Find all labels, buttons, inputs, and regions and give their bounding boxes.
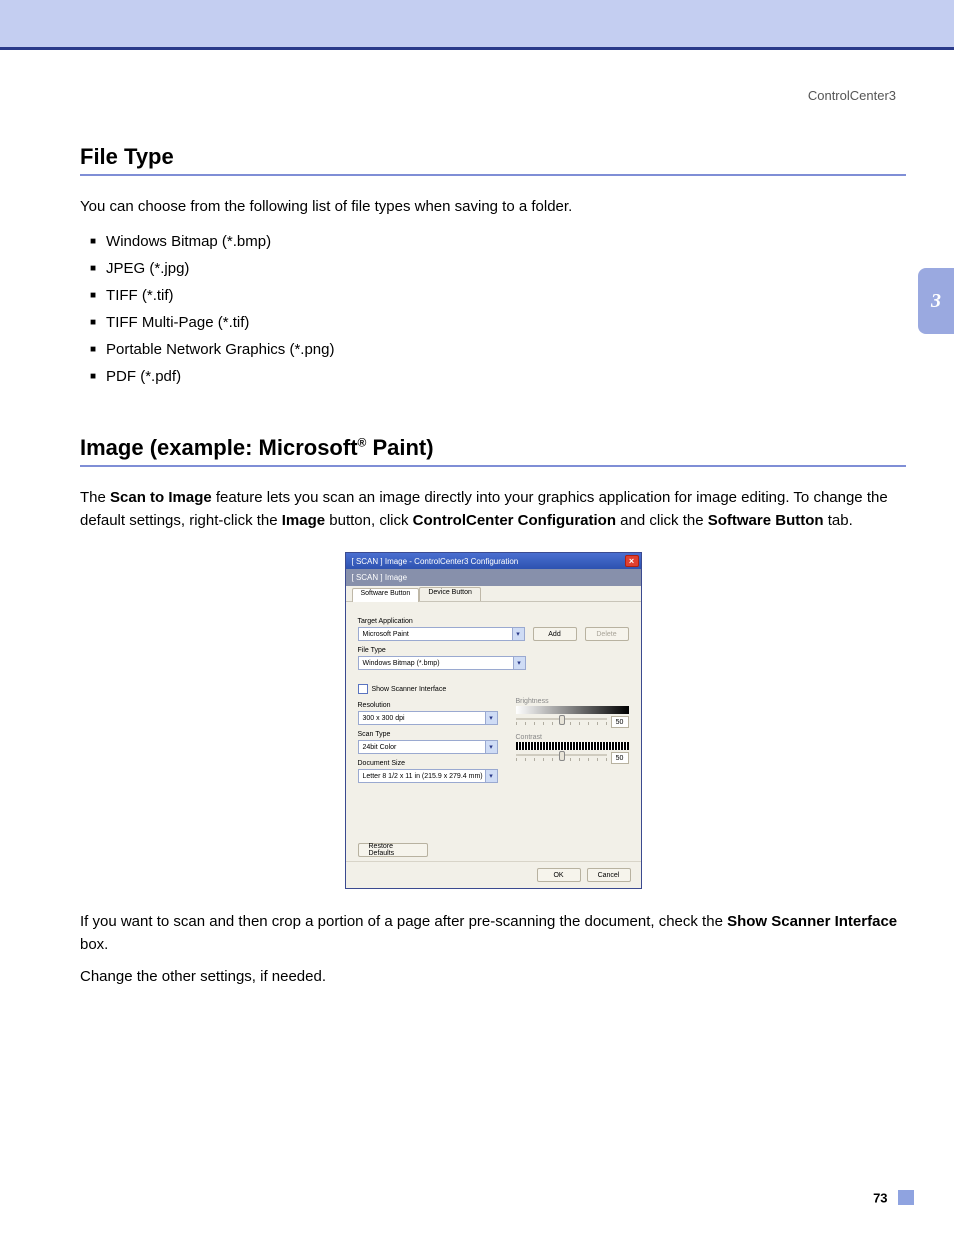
section-rule xyxy=(80,174,906,176)
list-item: TIFF Multi-Page (*.tif) xyxy=(90,314,906,331)
paragraph-1: The Scan to Image feature lets you scan … xyxy=(80,487,906,532)
slider-thumb[interactable] xyxy=(559,751,565,761)
list-item: JPEG (*.jpg) xyxy=(90,260,906,277)
dialog-title: [ SCAN ] Image - ControlCenter3 Configur… xyxy=(352,557,625,566)
filetype-list: Windows Bitmap (*.bmp) JPEG (*.jpg) TIFF… xyxy=(90,233,906,385)
add-button[interactable]: Add xyxy=(533,627,577,641)
page-bar xyxy=(898,1190,914,1205)
page-number-area: 73 xyxy=(873,1189,914,1207)
list-item: TIFF (*.tif) xyxy=(90,287,906,304)
select-value: 300 x 300 dpi xyxy=(363,715,405,722)
text: and click the xyxy=(616,512,708,529)
list-item: PDF (*.pdf) xyxy=(90,368,906,385)
config-dialog: [ SCAN ] Image - ControlCenter3 Configur… xyxy=(345,552,642,889)
select-value: Letter 8 1/2 x 11 in (215.9 x 279.4 mm) xyxy=(363,773,483,780)
header-right: ControlCenter3 xyxy=(808,88,896,103)
label-scan-type: Scan Type xyxy=(358,731,498,738)
text: If you want to scan and then crop a port… xyxy=(80,913,727,930)
cancel-button[interactable]: Cancel xyxy=(587,868,631,882)
contrast-gradient xyxy=(516,742,629,750)
contrast-slider[interactable] xyxy=(516,752,607,764)
tab-device-button[interactable]: Device Button xyxy=(419,587,481,601)
text-bold: Show Scanner Interface xyxy=(727,913,897,930)
text: button, click xyxy=(325,512,413,529)
label-brightness: Brightness xyxy=(516,698,629,705)
paragraph-3: Change the other settings, if needed. xyxy=(80,966,906,989)
show-scanner-checkbox[interactable] xyxy=(358,684,368,694)
dialog-titlebar: [ SCAN ] Image - ControlCenter3 Configur… xyxy=(346,553,641,569)
title-post: Paint) xyxy=(366,435,433,460)
top-band xyxy=(0,0,954,50)
scan-type-select[interactable]: 24bit Color ▾ xyxy=(358,740,498,754)
chevron-down-icon: ▾ xyxy=(512,628,524,640)
dialog-subtitle: [ SCAN ] Image xyxy=(346,569,641,586)
brightness-gradient xyxy=(516,706,629,714)
chevron-down-icon: ▾ xyxy=(485,770,497,782)
brightness-slider[interactable] xyxy=(516,716,607,728)
tab-strip: Software Button Device Button xyxy=(346,586,641,602)
section-title-filetype: File Type xyxy=(80,50,906,170)
select-value: Microsoft Paint xyxy=(363,631,409,638)
section-title-image: Image (example: Microsoft® Paint) xyxy=(80,395,906,461)
document-size-select[interactable]: Letter 8 1/2 x 11 in (215.9 x 279.4 mm) … xyxy=(358,769,498,783)
chevron-down-icon: ▾ xyxy=(485,712,497,724)
section-rule xyxy=(80,465,906,467)
title-pre: Image (example: Microsoft xyxy=(80,435,358,460)
text-bold: Software Button xyxy=(708,512,824,529)
label-show-scanner: Show Scanner Interface xyxy=(372,686,447,693)
tab-software-button[interactable]: Software Button xyxy=(352,588,420,602)
restore-defaults-button[interactable]: Restore Defaults xyxy=(358,843,428,857)
resolution-select[interactable]: 300 x 300 dpi ▾ xyxy=(358,711,498,725)
paragraph-2: If you want to scan and then crop a port… xyxy=(80,911,906,956)
ok-button[interactable]: OK xyxy=(537,868,581,882)
select-value: 24bit Color xyxy=(363,744,397,751)
intro-text: You can choose from the following list o… xyxy=(80,196,906,217)
chevron-down-icon: ▾ xyxy=(513,657,525,669)
label-target-app: Target Application xyxy=(358,618,629,625)
slider-thumb[interactable] xyxy=(559,715,565,725)
text: box. xyxy=(80,936,108,953)
label-contrast: Contrast xyxy=(516,734,629,741)
contrast-value[interactable]: 50 xyxy=(611,752,629,764)
text: The xyxy=(80,489,110,506)
text: tab. xyxy=(824,512,853,529)
list-item: Portable Network Graphics (*.png) xyxy=(90,341,906,358)
delete-button[interactable]: Delete xyxy=(585,627,629,641)
label-document-size: Document Size xyxy=(358,760,498,767)
label-file-type: File Type xyxy=(358,647,629,654)
label-resolution: Resolution xyxy=(358,702,498,709)
target-app-select[interactable]: Microsoft Paint ▾ xyxy=(358,627,525,641)
close-icon[interactable]: × xyxy=(625,555,639,567)
page-number: 73 xyxy=(873,1190,887,1205)
chevron-down-icon: ▾ xyxy=(485,741,497,753)
brightness-value[interactable]: 50 xyxy=(611,716,629,728)
text-bold: Image xyxy=(282,512,325,529)
list-item: Windows Bitmap (*.bmp) xyxy=(90,233,906,250)
select-value: Windows Bitmap (*.bmp) xyxy=(363,660,440,667)
text-bold: ControlCenter Configuration xyxy=(413,512,616,529)
file-type-select[interactable]: Windows Bitmap (*.bmp) ▾ xyxy=(358,656,526,670)
text-bold: Scan to Image xyxy=(110,489,212,506)
